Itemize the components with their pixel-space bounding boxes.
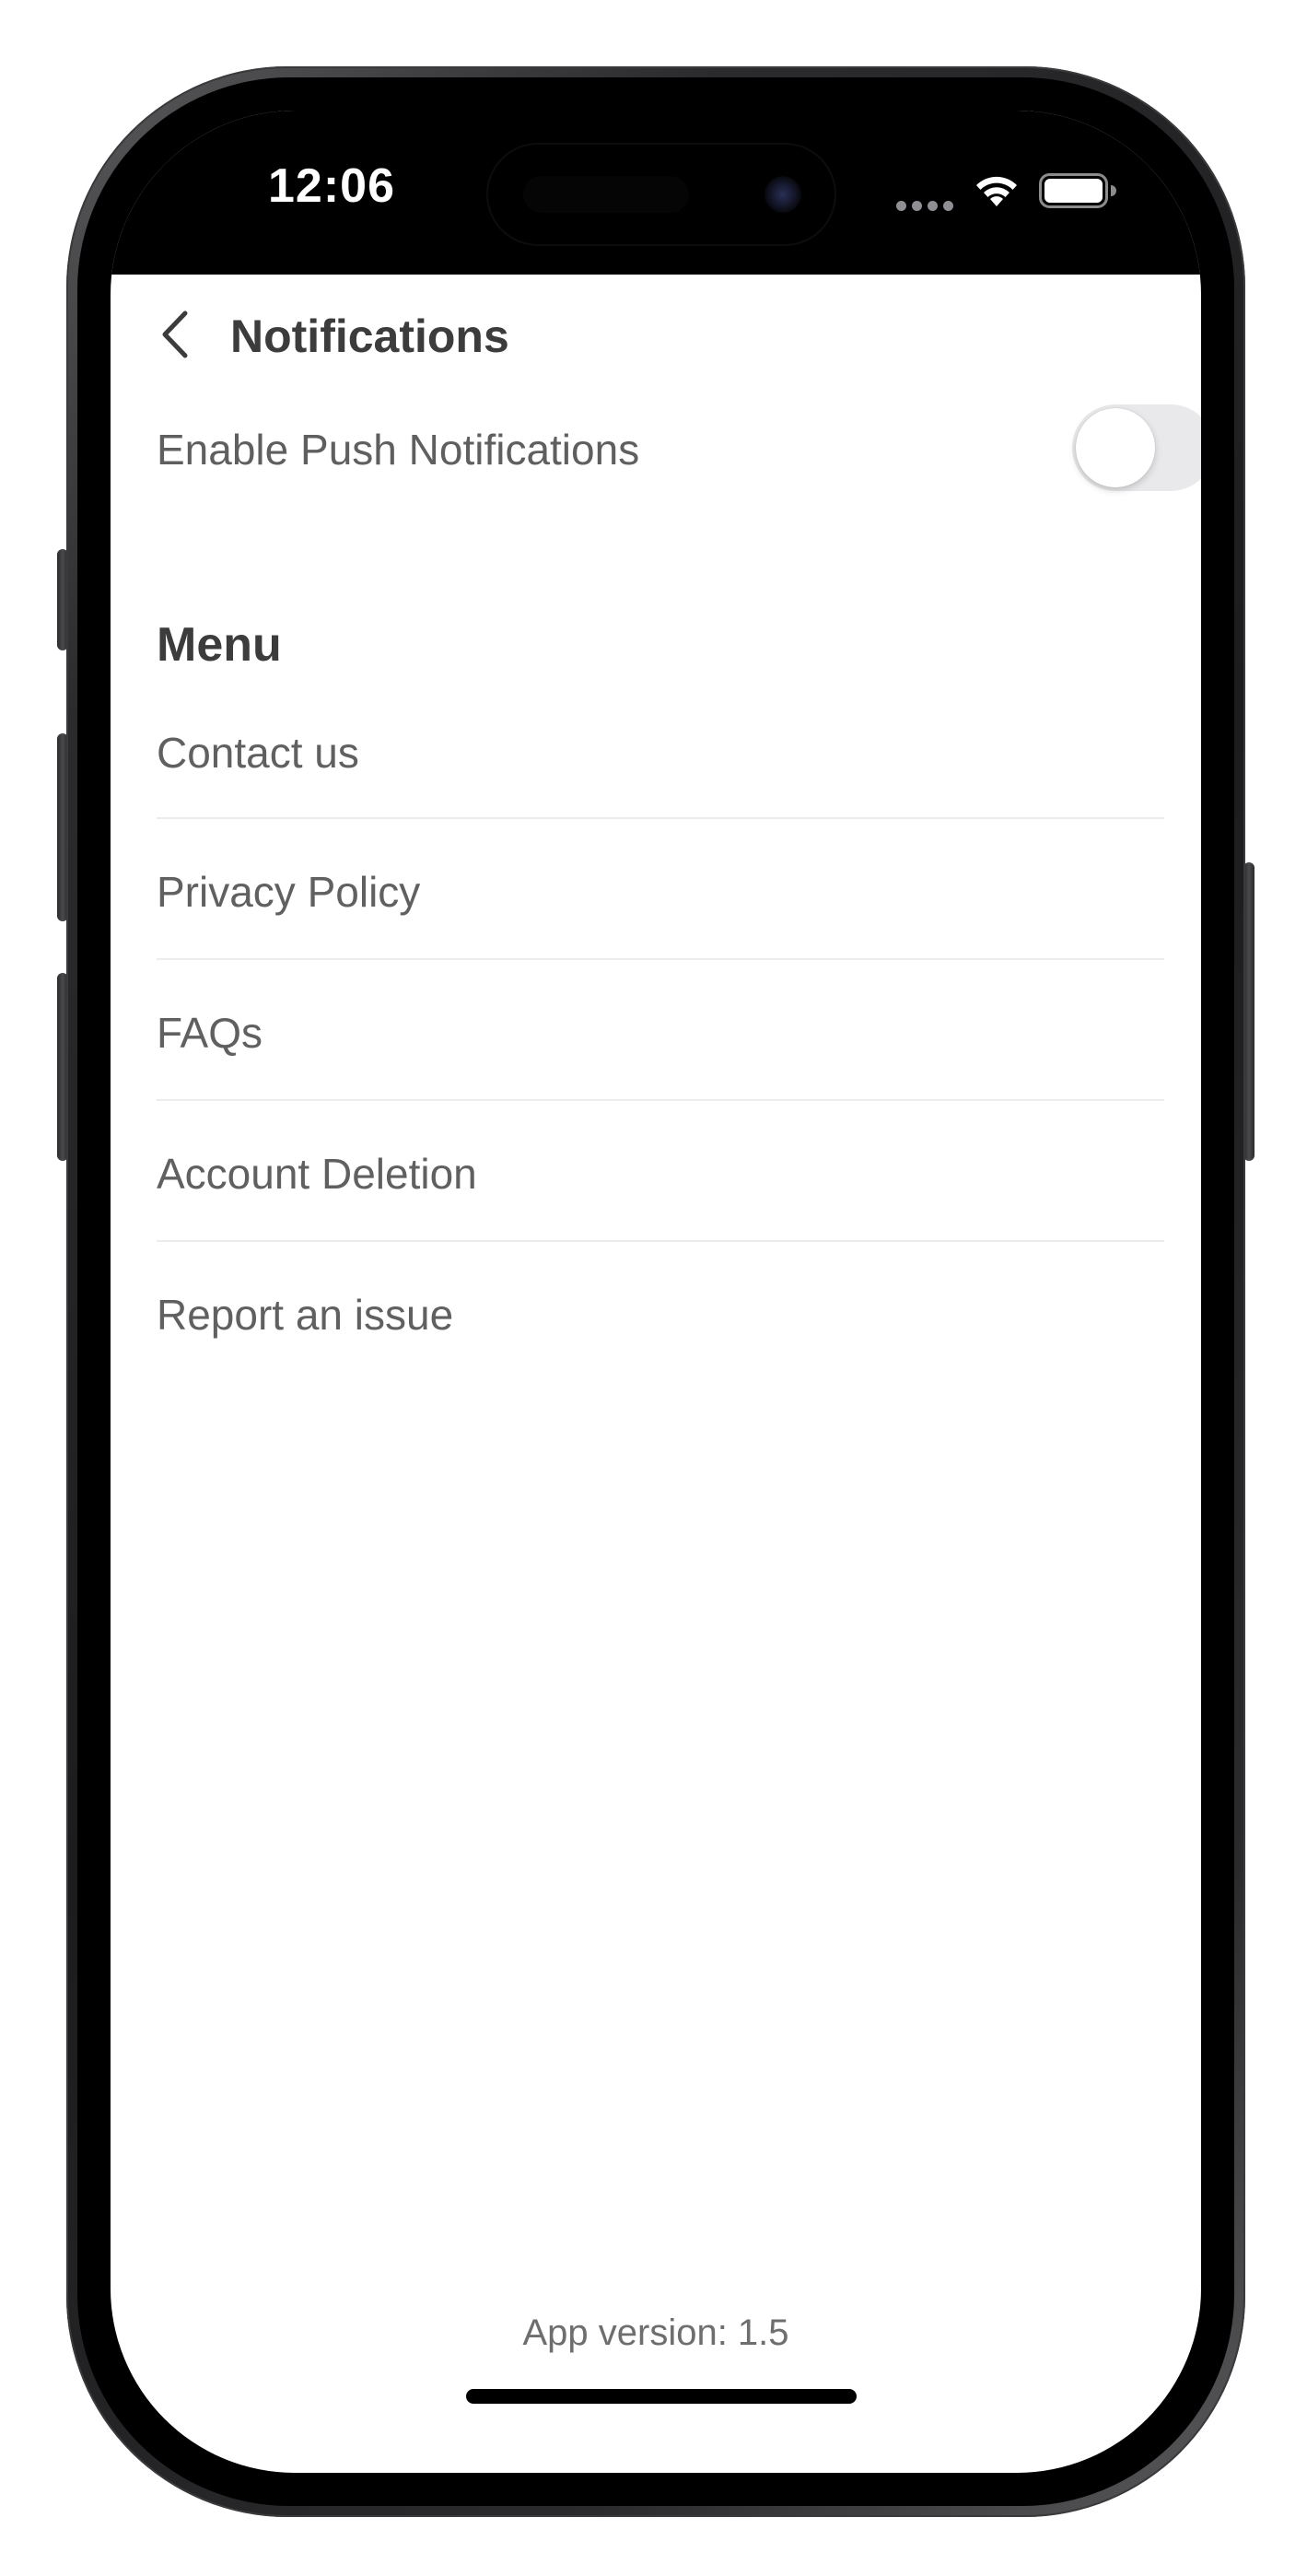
menu-item-label: Contact us bbox=[157, 729, 359, 777]
wifi-icon bbox=[976, 176, 1017, 206]
menu-list: Contact us Privacy Policy FAQs Account D… bbox=[157, 700, 1164, 1381]
push-notifications-label: Enable Push Notifications bbox=[157, 426, 640, 474]
status-time: 12:06 bbox=[268, 159, 395, 213]
menu-item-report-issue[interactable]: Report an issue bbox=[157, 1242, 1164, 1381]
face-id-sensor bbox=[523, 176, 689, 213]
menu-item-label: Report an issue bbox=[157, 1291, 454, 1339]
menu-item-privacy-policy[interactable]: Privacy Policy bbox=[157, 819, 1164, 960]
toggle-knob bbox=[1076, 408, 1155, 487]
phone-screen: 12:06 Notifications Enable Push Notifica… bbox=[111, 111, 1201, 2473]
chevron-left-icon bbox=[162, 310, 188, 358]
status-bar: 12:06 bbox=[111, 111, 1201, 275]
push-notifications-row: Enable Push Notifications bbox=[157, 401, 1201, 493]
push-notifications-toggle[interactable] bbox=[1072, 404, 1201, 491]
stage: 12:06 Notifications Enable Push Notifica… bbox=[0, 0, 1307, 2576]
dynamic-island bbox=[486, 143, 836, 246]
front-camera bbox=[764, 176, 801, 213]
home-indicator[interactable] bbox=[466, 2389, 857, 2404]
cellular-signal-icon bbox=[896, 201, 955, 212]
page-title: Notifications bbox=[230, 310, 509, 362]
menu-heading: Menu bbox=[157, 618, 282, 672]
menu-item-label: Privacy Policy bbox=[157, 868, 421, 916]
menu-item-label: FAQs bbox=[157, 1009, 263, 1057]
menu-item-account-deletion[interactable]: Account Deletion bbox=[157, 1101, 1164, 1242]
app-version-text: App version: 1.5 bbox=[522, 2313, 789, 2353]
menu-item-label: Account Deletion bbox=[157, 1150, 477, 1198]
navigation-header: Notifications bbox=[111, 275, 1201, 394]
menu-item-contact-us[interactable]: Contact us bbox=[157, 700, 1164, 819]
menu-item-faqs[interactable]: FAQs bbox=[157, 960, 1164, 1101]
battery-icon bbox=[1039, 173, 1116, 208]
back-button[interactable] bbox=[147, 302, 203, 367]
